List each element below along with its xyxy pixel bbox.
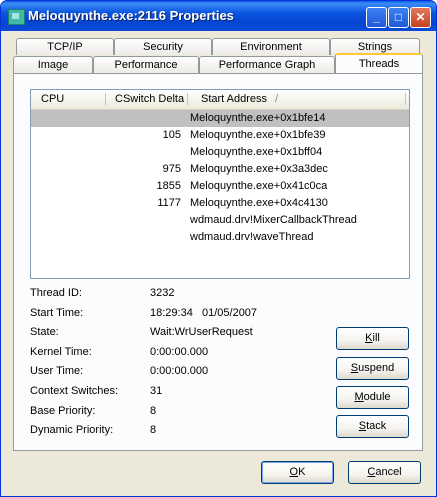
- thread-id-label: Thread ID:: [30, 287, 82, 299]
- tab-environment[interactable]: Environment: [212, 38, 330, 55]
- thread-start-address-cell: Meloquynthe.exe+0x1bfe39: [190, 129, 326, 141]
- minimize-button[interactable]: _: [366, 7, 387, 28]
- column-divider[interactable]: [105, 93, 106, 105]
- close-button[interactable]: ✕: [410, 7, 431, 28]
- cancel-button-label: ancel: [375, 466, 402, 478]
- thread-row[interactable]: 975 Meloquynthe.exe+0x3a3dec: [31, 161, 409, 178]
- thread-start-address-cell: Meloquynthe.exe+0x3a3dec: [190, 163, 328, 175]
- context-switches-label: Context Switches:: [30, 385, 119, 397]
- dynamic-priority-value: 8: [150, 424, 157, 436]
- user-time-label: User Time:: [30, 365, 84, 377]
- start-time-label: Start Time:: [30, 307, 84, 319]
- state-label: State:: [30, 326, 59, 338]
- thread-start-address-cell: Meloquynthe.exe+0x1bfe14: [190, 112, 326, 124]
- suspend-button-label: uspend: [358, 362, 395, 374]
- thread-start-address-cell: Meloquynthe.exe+0x4c4130: [190, 197, 328, 209]
- app-icon: [8, 9, 25, 25]
- user-time-value: 0:00:00.000: [150, 365, 209, 377]
- thread-list[interactable]: CPU CSwitch Delta Start Address / Meloqu…: [30, 89, 410, 279]
- tab-tcpip[interactable]: TCP/IP: [16, 38, 114, 55]
- sort-indicator-icon: /: [275, 93, 279, 105]
- module-button-accelerator: M: [354, 391, 364, 403]
- window-title: Meloquynthe.exe:2116 Properties: [28, 8, 234, 23]
- module-button-label: odule: [363, 391, 391, 403]
- column-divider[interactable]: [187, 93, 188, 105]
- ok-button-accelerator: O: [289, 466, 299, 478]
- kill-button-accelerator: K: [365, 332, 373, 344]
- thread-id-value: 3232: [150, 287, 175, 299]
- thread-cswitch-cell: 105: [162, 129, 181, 141]
- tab-threads[interactable]: Threads: [335, 53, 423, 73]
- state-value: Wait:WrUserRequest: [150, 326, 253, 338]
- kill-button[interactable]: Kill: [336, 327, 409, 350]
- module-button[interactable]: Module: [336, 386, 409, 409]
- thread-start-address-cell: wdmaud.drv!waveThread: [190, 231, 314, 243]
- tab-image[interactable]: Image: [13, 56, 93, 73]
- kernel-time-label: Kernel Time:: [30, 346, 92, 358]
- kill-button-label: ill: [372, 332, 380, 344]
- thread-cswitch-cell: 1177: [157, 197, 181, 209]
- thread-row[interactable]: Meloquynthe.exe+0x1bfe14: [31, 110, 409, 127]
- thread-row[interactable]: 105 Meloquynthe.exe+0x1bfe39: [31, 127, 409, 144]
- thread-start-address-cell: Meloquynthe.exe+0x41c0ca: [190, 180, 328, 192]
- tab-performance[interactable]: Performance: [93, 56, 199, 73]
- column-start-address[interactable]: Start Address: [201, 93, 267, 105]
- column-cswitch-delta[interactable]: CSwitch Delta: [115, 93, 184, 105]
- stack-button-accelerator: S: [358, 420, 367, 432]
- base-priority-value: 8: [150, 405, 157, 417]
- base-priority-label: Base Priority:: [30, 405, 96, 417]
- tab-performance-graph[interactable]: Performance Graph: [199, 56, 335, 73]
- thread-list-header: CPU CSwitch Delta Start Address /: [31, 90, 409, 110]
- start-time-value: 18:29:34 01/05/2007: [150, 307, 258, 319]
- thread-cswitch-cell: 975: [162, 163, 181, 175]
- tab-security[interactable]: Security: [114, 38, 212, 55]
- dynamic-priority-label: Dynamic Priority:: [30, 424, 114, 436]
- stack-button[interactable]: Stack: [336, 415, 409, 438]
- thread-row[interactable]: wdmaud.drv!MixerCallbackThread: [31, 212, 409, 229]
- thread-start-address-cell: Meloquynthe.exe+0x1bff04: [190, 146, 323, 158]
- cancel-button[interactable]: Cancel: [348, 461, 421, 484]
- properties-window: Meloquynthe.exe:2116 Properties _ □ ✕ TC…: [0, 0, 437, 497]
- thread-cswitch-cell: 1855: [156, 180, 181, 192]
- ok-button-label: K: [298, 466, 306, 478]
- title-bar[interactable]: Meloquynthe.exe:2116 Properties _ □ ✕: [1, 1, 436, 31]
- suspend-button[interactable]: Suspend: [336, 357, 409, 380]
- stack-button-label: tack: [366, 420, 387, 432]
- column-cpu[interactable]: CPU: [41, 93, 64, 105]
- column-divider[interactable]: [405, 93, 406, 105]
- maximize-button[interactable]: □: [388, 7, 409, 28]
- context-switches-value: 31: [150, 385, 163, 397]
- thread-row[interactable]: Meloquynthe.exe+0x1bff04: [31, 144, 409, 161]
- thread-row[interactable]: wdmaud.drv!waveThread: [31, 229, 409, 246]
- thread-row[interactable]: 1855 Meloquynthe.exe+0x41c0ca: [31, 178, 409, 195]
- threads-panel: CPU CSwitch Delta Start Address / Meloqu…: [13, 73, 423, 451]
- thread-start-address-cell: wdmaud.drv!MixerCallbackThread: [190, 214, 357, 226]
- kernel-time-value: 0:00:00.000: [150, 346, 209, 358]
- ok-button[interactable]: OK: [261, 461, 334, 484]
- thread-row[interactable]: 1177 Meloquynthe.exe+0x4c4130: [31, 195, 409, 212]
